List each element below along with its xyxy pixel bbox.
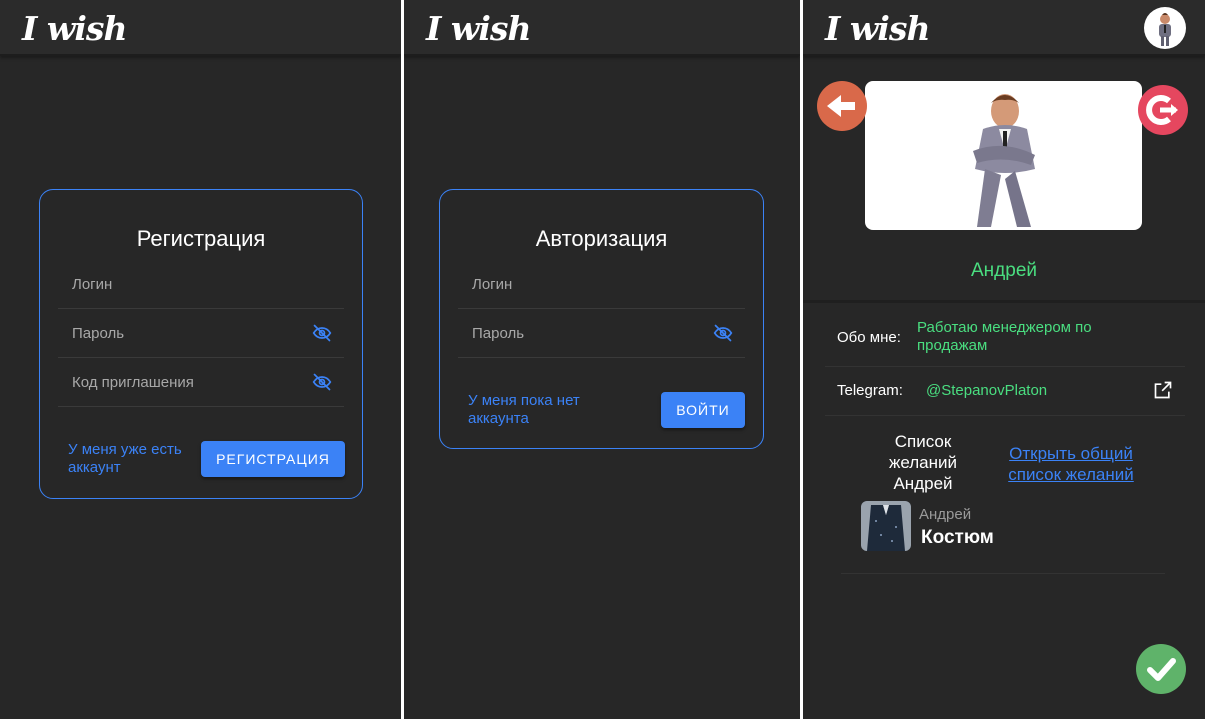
app-header: I wish [803, 0, 1205, 56]
about-row: Обо мне: Работаю менеджером по продажам [825, 311, 1185, 367]
invite-code-field[interactable]: Код приглашения [58, 358, 344, 407]
authorization-screen: I wish Авторизация Логин Пароль У меня п… [404, 0, 800, 719]
eye-off-icon[interactable] [713, 323, 733, 343]
profile-name: Андрей [971, 260, 1037, 281]
login-button[interactable]: ВОЙТИ [661, 392, 745, 428]
telegram-row: Telegram: @StepanovPlaton [825, 367, 1185, 416]
profile-screen: I wish Андрей Обо мне: Работаю менеджеро… [803, 0, 1205, 719]
app-header: I wish [404, 0, 800, 56]
register-button[interactable]: РЕГИСТРАЦИЯ [201, 441, 345, 477]
back-button[interactable] [817, 81, 867, 131]
invite-code-label: Код приглашения [72, 374, 194, 391]
login-label: Логин [472, 276, 513, 293]
authorization-card: Авторизация Логин Пароль У меня пока нет… [439, 189, 764, 449]
avatar-figure-icon [1159, 13, 1171, 46]
section-divider [803, 300, 1205, 303]
suit-icon [861, 501, 911, 551]
profile-figure-icon [973, 94, 1035, 227]
about-label: Обо мне: [837, 329, 901, 346]
external-link-icon[interactable] [1153, 380, 1173, 400]
wishlist-title: Список желаний Андрей [888, 432, 958, 493]
registration-screen: I wish Регистрация Логин Пароль Код приг… [0, 0, 401, 719]
no-account-link[interactable]: У меня пока нет аккаунта [468, 392, 608, 428]
app-header: I wish [0, 0, 401, 56]
password-label: Пароль [472, 325, 525, 342]
password-field[interactable]: Пароль [58, 309, 344, 358]
about-value: Работаю менеджером по продажам [917, 319, 1092, 354]
app-logo[interactable]: I wish [426, 9, 531, 48]
app-logo[interactable]: I wish [22, 9, 127, 48]
arrow-left-icon [827, 95, 855, 117]
app-logo[interactable]: I wish [825, 9, 930, 48]
eye-off-icon[interactable] [312, 323, 332, 343]
login-label: Логин [72, 276, 113, 293]
wish-item-author: Андрей [919, 506, 972, 523]
authorization-title: Авторизация [535, 226, 668, 251]
wish-item-thumbnail [861, 501, 911, 551]
password-label: Пароль [72, 325, 125, 342]
logout-button[interactable] [1138, 85, 1188, 135]
have-account-link[interactable]: У меня уже есть аккаунт [68, 441, 188, 477]
profile-photo [865, 81, 1142, 230]
telegram-label: Telegram: [837, 382, 903, 399]
registration-card: Регистрация Логин Пароль Код приглашения… [39, 189, 363, 499]
confirm-button[interactable] [1136, 644, 1186, 694]
open-common-wishlist-link[interactable]: Открыть общий список желаний [1001, 443, 1141, 485]
eye-off-icon[interactable] [312, 372, 332, 392]
login-field[interactable]: Логин [458, 260, 745, 309]
wish-item-name: Костюм [921, 527, 994, 548]
registration-title: Регистрация [136, 226, 266, 251]
telegram-value[interactable]: @StepanovPlaton [926, 382, 1047, 400]
password-field[interactable]: Пароль [458, 309, 745, 358]
logout-icon [1146, 95, 1178, 125]
check-icon [1147, 658, 1176, 681]
avatar[interactable] [1144, 7, 1186, 49]
wish-item[interactable]: Андрей Костюм [841, 496, 1165, 574]
login-field[interactable]: Логин [58, 260, 344, 309]
